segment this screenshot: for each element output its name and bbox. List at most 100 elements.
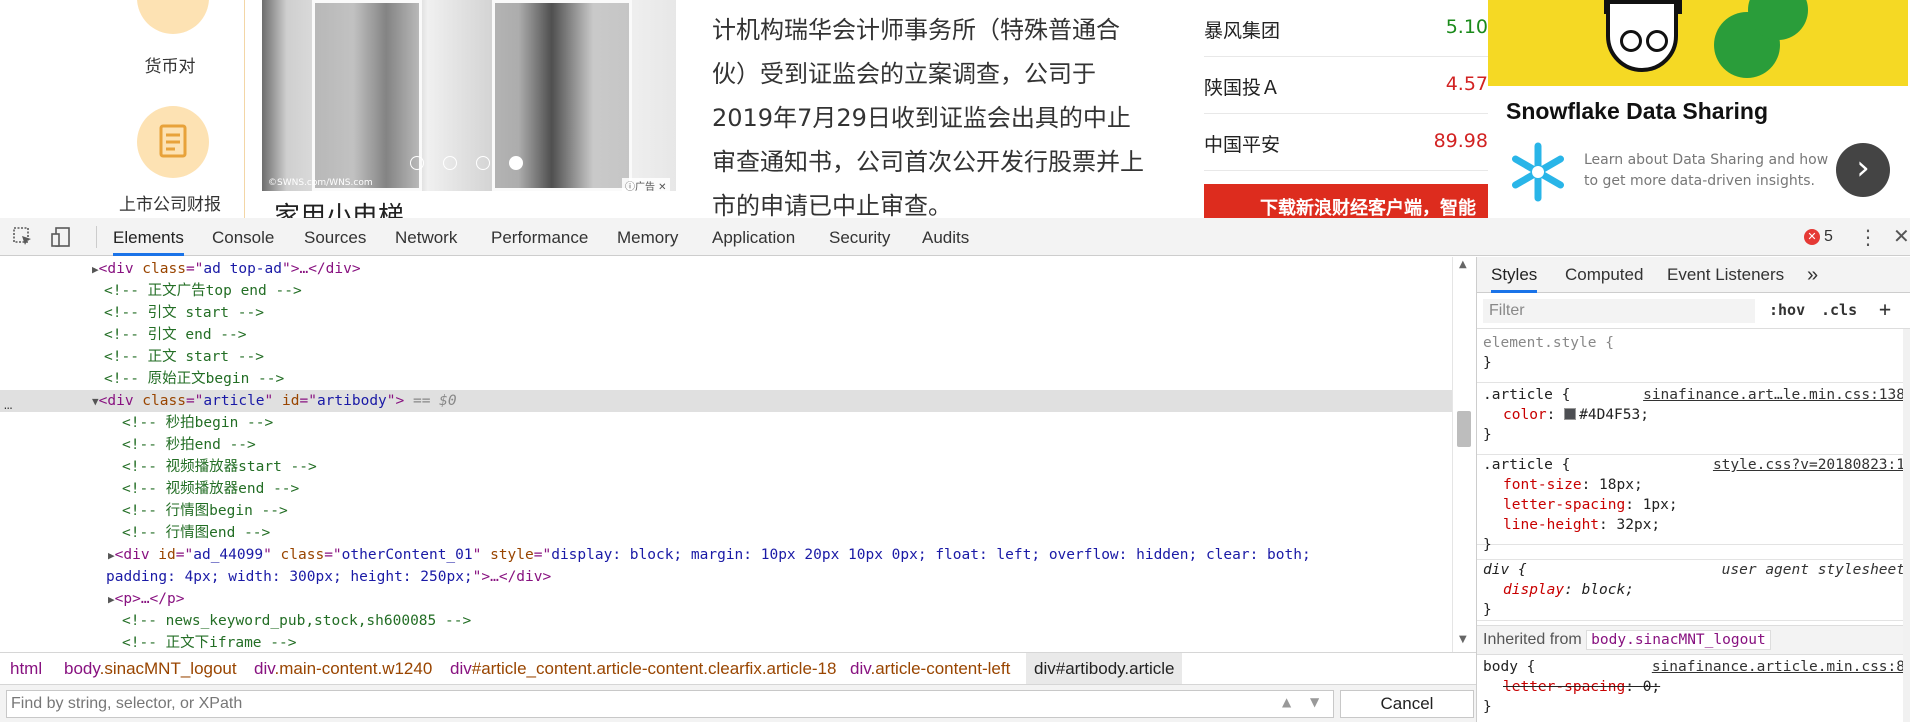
style-rule[interactable]: .article {sinafinance.art…le.min.css:138…	[1477, 385, 1910, 455]
tab-memory[interactable]: Memory	[617, 218, 678, 256]
scroll-up-icon[interactable]: ▲	[1459, 259, 1467, 270]
nav-item-currency[interactable]: 货币对	[95, 52, 245, 77]
dom-comment[interactable]: <!-- 正文广告top end -->	[0, 280, 1452, 302]
dom-comment[interactable]: <!-- 引文 start -->	[0, 302, 1452, 324]
dom-comment[interactable]: <!-- 秒拍begin -->	[0, 412, 1452, 434]
tab-performance[interactable]: Performance	[491, 218, 588, 256]
breadcrumb-item[interactable]: html	[10, 653, 42, 685]
close-devtools-icon[interactable]: ✕	[1893, 224, 1910, 248]
hover-state-toggle[interactable]: :hov	[1769, 301, 1805, 319]
color-swatch[interactable]	[1564, 408, 1577, 420]
rule-source-link[interactable]: style.css?v=20180823:1	[1713, 455, 1905, 475]
document-icon[interactable]	[137, 106, 209, 178]
nav-item-financial-reports[interactable]: 上市公司财报	[95, 190, 245, 215]
tab-network[interactable]: Network	[395, 218, 457, 256]
dom-comment[interactable]: <!-- 正文下iframe -->	[0, 632, 1452, 652]
dom-comment[interactable]: <!-- 行情图begin -->	[0, 500, 1452, 522]
quote-row[interactable]: 暴风集团 5.10	[1204, 0, 1488, 57]
device-toolbar-icon[interactable]	[50, 226, 72, 248]
style-declaration-overridden[interactable]: letter-spacing: 0;	[1477, 677, 1910, 697]
find-input[interactable]	[6, 690, 1334, 718]
scroll-down-icon[interactable]: ▼	[1459, 634, 1467, 645]
breadcrumb-item-current[interactable]: div#artibody.article	[1026, 653, 1183, 685]
collapse-triangle-icon[interactable]: ▼	[92, 395, 99, 408]
dom-node[interactable]: ▶<div class="ad top-ad">…</div>	[0, 258, 1452, 280]
inspect-element-icon[interactable]	[12, 226, 34, 248]
expand-triangle-icon[interactable]: ▶	[108, 549, 115, 562]
tab-console[interactable]: Console	[212, 218, 274, 256]
snowflake-ad[interactable]: Snowflake Data Sharing Learn about Data …	[1488, 0, 1910, 218]
style-declaration[interactable]: letter-spacing: 1px;	[1477, 495, 1910, 515]
property-value: 1px;	[1642, 497, 1678, 513]
rule-source-link[interactable]: sinafinance.article.min.css:8	[1652, 657, 1905, 677]
photo-caption[interactable]: 家用小电梯	[274, 196, 404, 218]
dom-tree-scrollbar[interactable]: ▲ ▼	[1452, 257, 1476, 652]
crumb-class: .main-content.w1240	[274, 659, 433, 678]
carousel-dot[interactable]	[410, 156, 424, 170]
location-pin-icon[interactable]	[137, 0, 209, 34]
inherited-element-link[interactable]: body.sinacMNT_logout	[1586, 630, 1771, 650]
attr-name: style	[490, 547, 534, 563]
style-declaration[interactable]: font-size: 18px;	[1477, 475, 1910, 495]
property-name: color	[1503, 407, 1547, 423]
breadcrumb-item[interactable]: div#article_content.article-content.clea…	[450, 653, 836, 685]
dom-node-selected[interactable]: ▼<div class="article" id="artibody"> == …	[0, 390, 1452, 412]
more-tabs-icon[interactable]: »	[1807, 257, 1818, 293]
download-app-banner[interactable]: 下载新浪财经客户端，智能	[1204, 184, 1488, 218]
attr-name: id	[282, 393, 300, 409]
breadcrumb-item[interactable]: div.main-content.w1240	[254, 653, 432, 685]
tab-event-listeners[interactable]: Event Listeners	[1667, 257, 1784, 293]
tab-elements[interactable]: Elements	[113, 218, 184, 256]
dom-comment[interactable]: <!-- 正文 start -->	[0, 346, 1452, 368]
dom-tree[interactable]: ▶<div class="ad top-ad">…</div> <!-- 正文广…	[0, 257, 1476, 652]
property-name: letter-spacing	[1503, 679, 1626, 695]
ad-description: Learn about Data Sharing and how to get …	[1584, 152, 1829, 189]
tab-application[interactable]: Application	[712, 218, 795, 256]
dom-comment[interactable]: <!-- news_keyword_pub,stock,sh600085 -->	[0, 610, 1452, 632]
quote-name[interactable]: 陕国投Ａ	[1204, 73, 1280, 100]
carousel-dot[interactable]	[443, 156, 457, 170]
rule-source-link[interactable]: sinafinance.art…le.min.css:138	[1643, 385, 1905, 405]
scrollbar-thumb[interactable]	[1457, 411, 1471, 447]
style-declaration[interactable]: color: #4D4F53;	[1477, 405, 1910, 425]
ad-title[interactable]: Snowflake Data Sharing	[1506, 98, 1768, 125]
find-previous-icon[interactable]: ▲	[1282, 695, 1291, 709]
dom-comment[interactable]: <!-- 视频播放器end -->	[0, 478, 1452, 500]
error-counter[interactable]: ✕ 5	[1804, 228, 1833, 246]
dom-node[interactable]: ▶<div id="ad_44099" class="otherContent_…	[0, 544, 1452, 566]
style-rule[interactable]: body {sinafinance.article.min.css:8 lett…	[1477, 657, 1910, 719]
tab-computed[interactable]: Computed	[1565, 257, 1643, 293]
new-rule-icon[interactable]: +	[1879, 297, 1891, 321]
expand-triangle-icon[interactable]: ▶	[108, 593, 115, 606]
dom-node[interactable]: ▶<p>…</p>	[0, 588, 1452, 610]
style-declaration[interactable]: line-height: 32px;	[1477, 515, 1910, 535]
dom-comment[interactable]: <!-- 视频播放器start -->	[0, 456, 1452, 478]
dom-comment[interactable]: <!-- 原始正文begin -->	[0, 368, 1452, 390]
dom-comment[interactable]: <!-- 行情图end -->	[0, 522, 1452, 544]
carousel-dot-active[interactable]	[509, 156, 523, 170]
breadcrumb-item[interactable]: body.sinacMNT_logout	[64, 653, 237, 685]
quote-name[interactable]: 中国平安	[1204, 130, 1280, 157]
quote-row[interactable]: 陕国投Ａ 4.57	[1204, 57, 1488, 114]
cancel-button[interactable]: Cancel	[1340, 690, 1474, 718]
chevron-right-icon[interactable]: ›	[1836, 143, 1890, 197]
find-next-icon[interactable]: ▼	[1310, 695, 1319, 709]
tab-sources[interactable]: Sources	[304, 218, 366, 256]
quote-name[interactable]: 暴风集团	[1204, 16, 1280, 43]
styles-filter-input[interactable]	[1483, 299, 1755, 323]
styles-scrollbar[interactable]	[1903, 329, 1910, 722]
breadcrumb-item[interactable]: div.article-content-left	[850, 653, 1010, 685]
dom-comment[interactable]: <!-- 引文 end -->	[0, 324, 1452, 346]
tab-security[interactable]: Security	[829, 218, 890, 256]
style-rule-user-agent[interactable]: div {user agent stylesheet display: bloc…	[1477, 559, 1910, 621]
tab-audits[interactable]: Audits	[922, 218, 969, 256]
more-menu-icon[interactable]: ⋮	[1858, 225, 1878, 249]
class-toggle[interactable]: .cls	[1821, 301, 1857, 319]
tab-styles[interactable]: Styles	[1491, 257, 1538, 293]
quote-row[interactable]: 中国平安 89.98	[1204, 114, 1488, 171]
carousel-dot[interactable]	[476, 156, 490, 170]
expand-triangle-icon[interactable]: ▶	[92, 263, 99, 276]
style-rule-element[interactable]: element.style { }	[1477, 333, 1910, 383]
dom-comment[interactable]: <!-- 秒拍end -->	[0, 434, 1452, 456]
dom-node-wrap[interactable]: padding: 4px; width: 300px; height: 250p…	[0, 566, 1452, 588]
